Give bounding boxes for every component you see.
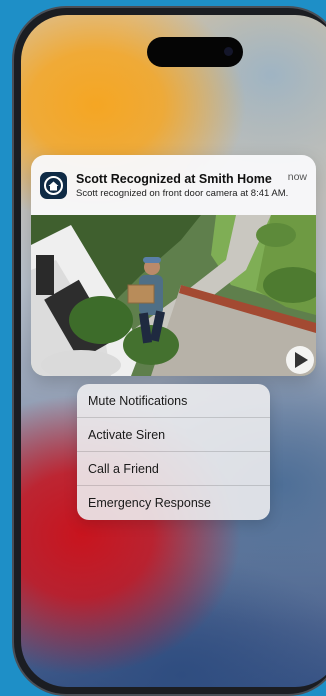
- house-glyph: [48, 181, 59, 190]
- notification-actions-menu: Mute Notifications Activate Siren Call a…: [77, 384, 270, 520]
- notification-card[interactable]: Scott Recognized at Smith Home now Scott…: [31, 155, 316, 376]
- home-icon: [40, 172, 67, 199]
- notification-header: Scott Recognized at Smith Home now Scott…: [31, 155, 316, 215]
- notification-time: now: [287, 171, 307, 183]
- notification-title: Scott Recognized at Smith Home: [76, 172, 272, 186]
- dynamic-island: [147, 37, 243, 67]
- activate-siren-button[interactable]: Activate Siren: [77, 418, 270, 452]
- notification-body: Scott recognized on front door camera at…: [76, 188, 289, 199]
- play-icon[interactable]: [286, 346, 314, 374]
- camera-snapshot[interactable]: [31, 215, 316, 376]
- emergency-response-button[interactable]: Emergency Response: [77, 486, 270, 520]
- front-camera-icon: [224, 47, 233, 56]
- call-a-friend-button[interactable]: Call a Friend: [77, 452, 270, 486]
- mute-notifications-button[interactable]: Mute Notifications: [77, 384, 270, 418]
